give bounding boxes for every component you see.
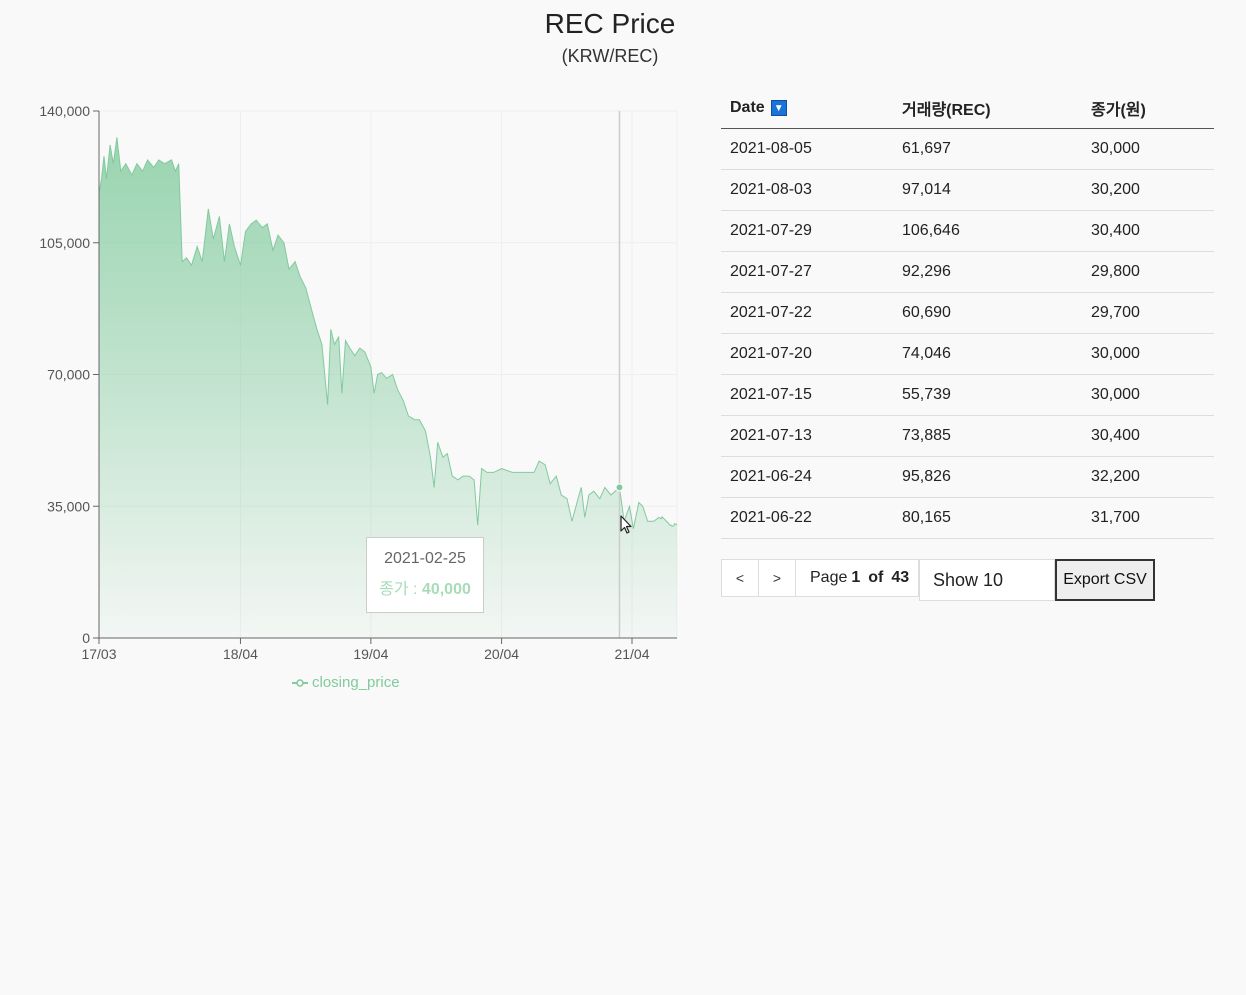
export-csv-button[interactable]: Export CSV: [1055, 559, 1155, 601]
table-row: 2021-07-20 74,046 30,000: [721, 333, 1214, 375]
table-cell-date: 2021-07-13: [721, 415, 893, 457]
x-tick-label: 21/04: [614, 646, 649, 662]
table-row: 2021-07-27 92,296 29,800: [721, 251, 1214, 293]
table-row: 2021-07-22 60,690 29,700: [721, 292, 1214, 334]
column-header-close[interactable]: 종가(원): [1082, 88, 1214, 129]
tooltip-value: 40,000: [421, 581, 471, 598]
price-chart[interactable]: 0 35,000 70,000 105,000 140,000 17/03 18/04 19/…: [0, 0, 700, 720]
sort-descending-icon[interactable]: ▼: [770, 99, 787, 116]
x-tick-label: 18/04: [223, 646, 258, 662]
table-cell-date: 2021-08-03: [721, 169, 893, 211]
rec-price-page: REC Price (KRW/REC) 0 35,000 70,000 105,000…: [0, 0, 1246, 995]
table-cell-volume: 106,646: [893, 210, 1082, 252]
table-cell-date: 2021-07-20: [721, 333, 893, 375]
chart-svg[interactable]: 0 35,000 70,000 105,000 140,000 17/03 18/04 19/…: [0, 0, 700, 720]
table-cell-date: 2021-07-22: [721, 292, 893, 334]
table-row: 2021-06-24 95,826 32,200: [721, 456, 1214, 498]
y-tick-label: 35,000: [47, 498, 90, 514]
chart-tooltip: 2021-02-25 종가 : 40,000: [366, 537, 484, 613]
table-cell-volume: 60,690: [893, 292, 1082, 334]
column-header-date-label: Date: [730, 99, 765, 116]
price-table-container: Date ▼ 거래량(REC) 종가(원) 2021-08-05 61,697 30,…: [721, 88, 1214, 539]
table-cell-volume: 61,697: [893, 128, 1082, 170]
table-row: 2021-06-22 80,165 31,700: [721, 497, 1214, 539]
table-row: 2021-08-03 97,014 30,200: [721, 169, 1214, 211]
y-tick-label: 70,000: [47, 367, 90, 383]
page-size-select[interactable]: Show 10: [919, 559, 1055, 601]
table-cell-date: 2021-06-22: [721, 497, 893, 539]
table-cell-close: 31,700: [1082, 497, 1214, 539]
x-tick-label: 19/04: [353, 646, 388, 662]
table-row: 2021-07-13 73,885 30,400: [721, 415, 1214, 457]
table-cell-close: 30,400: [1082, 415, 1214, 457]
page-word: Page: [810, 569, 848, 586]
price-table: Date ▼ 거래량(REC) 종가(원) 2021-08-05 61,697 30,…: [721, 88, 1214, 539]
table-cell-volume: 97,014: [893, 169, 1082, 211]
table-cell-close: 30,200: [1082, 169, 1214, 211]
table-cell-close: 30,000: [1082, 333, 1214, 375]
y-tick-label: 105,000: [39, 235, 90, 251]
table-cell-volume: 80,165: [893, 497, 1082, 539]
legend-label-closing-price: closing_price: [312, 674, 400, 691]
tooltip-date: 2021-02-25: [384, 550, 466, 567]
chart-legend[interactable]: closing_price: [292, 674, 400, 691]
table-cell-date: 2021-06-24: [721, 456, 893, 498]
legend-line-icon: [292, 678, 308, 687]
table-cell-volume: 74,046: [893, 333, 1082, 375]
active-data-point[interactable]: [615, 483, 624, 492]
table-row: 2021-08-05 61,697 30,000: [721, 128, 1214, 170]
table-cell-close: 30,000: [1082, 374, 1214, 416]
table-body: 2021-08-05 61,697 30,000 2021-08-03 97,014 30…: [721, 128, 1214, 539]
table-cell-close: 29,800: [1082, 251, 1214, 293]
y-tick-label: 0: [82, 630, 90, 646]
table-cell-close: 32,200: [1082, 456, 1214, 498]
table-cell-date: 2021-07-27: [721, 251, 893, 293]
column-header-volume[interactable]: 거래량(REC): [893, 88, 1082, 129]
table-row: 2021-07-15 55,739 30,000: [721, 374, 1214, 416]
table-cell-volume: 73,885: [893, 415, 1082, 457]
table-cell-date: 2021-08-05: [721, 128, 893, 170]
next-page-button[interactable]: >: [758, 559, 796, 597]
tooltip-label: 종가 :: [379, 581, 422, 598]
page-indicator: Page 1 of 43: [795, 559, 919, 597]
tooltip-value-line: 종가 : 40,000: [367, 575, 483, 599]
table-cell-close: 29,700: [1082, 292, 1214, 334]
column-header-date[interactable]: Date ▼: [721, 88, 893, 129]
total-pages: 43: [891, 569, 910, 586]
of-word: of: [868, 569, 884, 586]
current-page: 1: [851, 569, 861, 586]
prev-page-button[interactable]: <: [721, 559, 759, 597]
table-row: 2021-07-29 106,646 30,400: [721, 210, 1214, 252]
table-header-row: Date ▼ 거래량(REC) 종가(원): [721, 88, 1214, 129]
table-cell-volume: 55,739: [893, 374, 1082, 416]
table-cell-date: 2021-07-29: [721, 210, 893, 252]
table-cell-close: 30,400: [1082, 210, 1214, 252]
mouse-cursor-icon: [620, 515, 632, 534]
table-cell-volume: 92,296: [893, 251, 1082, 293]
x-tick-label: 17/03: [81, 646, 116, 662]
x-tick-label: 20/04: [484, 646, 519, 662]
pagination: < > Page 1 of 43 Show 10 Export CSV: [721, 559, 1155, 601]
y-tick-label: 140,000: [39, 103, 90, 119]
table-cell-date: 2021-07-15: [721, 374, 893, 416]
table-cell-close: 30,000: [1082, 128, 1214, 170]
table-cell-volume: 95,826: [893, 456, 1082, 498]
